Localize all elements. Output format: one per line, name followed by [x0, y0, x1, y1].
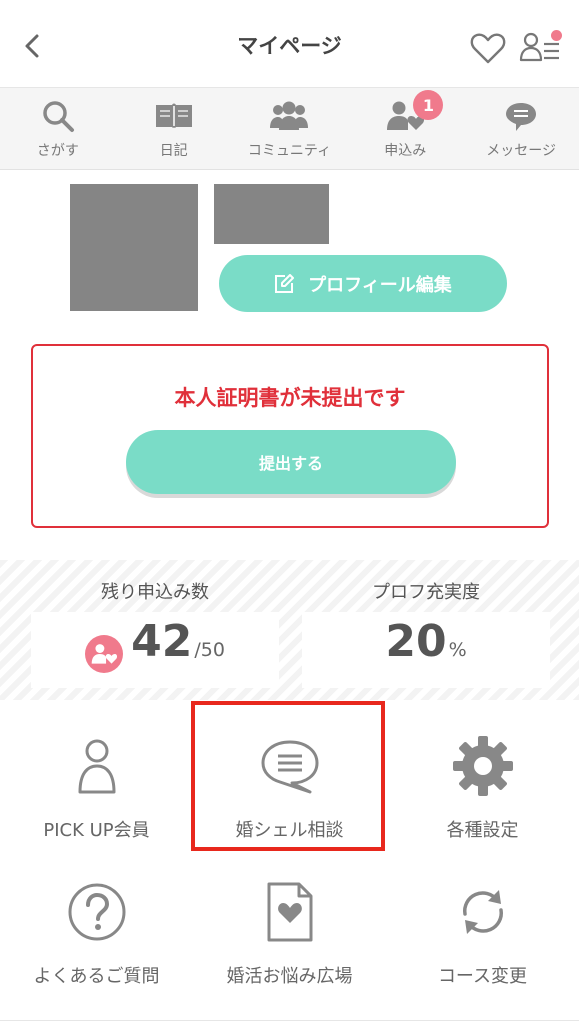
nav-label-search: さがす: [36, 143, 79, 159]
submit-label: 提出する: [258, 454, 323, 473]
remaining-applications-value: 42: [131, 616, 193, 667]
edit-icon: [275, 273, 295, 293]
verification-alert: 本人証明書が未提出です 提出する: [31, 344, 549, 528]
submit-verification-button[interactable]: 提出する: [126, 430, 456, 494]
edit-profile-label: プロフィール編集: [308, 274, 452, 296]
gear-icon: [447, 730, 519, 802]
menu-label-faq: よくあるご質問: [33, 966, 160, 987]
nav-item-community[interactable]: コミュニティ: [232, 88, 348, 169]
person-icon: [61, 730, 133, 802]
main-nav: さがす 日記 コミュニティ 申込み 1 メッセージ: [0, 88, 579, 170]
question-icon: [61, 876, 133, 948]
menu-item-pickup-members[interactable]: PICK UP会員: [0, 730, 193, 842]
search-icon: [38, 98, 78, 134]
profile-completeness-box: 20 %: [302, 612, 550, 688]
menu-label-forum: 婚活お悩み広場: [226, 966, 353, 987]
menu-item-settings[interactable]: 各種設定: [386, 730, 579, 842]
profile-photo-main[interactable]: [70, 184, 198, 311]
application-count-badge: 1: [413, 90, 444, 120]
document-heart-icon: [254, 876, 326, 948]
favorites-button[interactable]: [468, 28, 508, 68]
nav-label-messages: メッセージ: [486, 143, 556, 159]
person-heart-icon: [85, 635, 124, 673]
highlight-frame: [191, 701, 385, 851]
profile-completeness-unit: %: [448, 639, 467, 661]
nav-label-applications: 申込み: [384, 143, 427, 159]
nav-item-messages[interactable]: メッセージ: [463, 88, 579, 169]
nav-item-diary[interactable]: 日記: [116, 88, 232, 169]
book-icon: [154, 98, 194, 134]
profile-completeness-value: 20: [385, 616, 447, 667]
remaining-applications-total: /50: [194, 639, 225, 661]
menu-label-settings: 各種設定: [446, 820, 519, 841]
chat-bubble-icon: [501, 98, 541, 134]
stats-panel: 残り申込み数 42 /50 プロフ充実度 20 %: [0, 560, 579, 700]
profile-photo-sub[interactable]: [214, 184, 329, 244]
profile-completeness-stat: プロフ充実度 20 %: [302, 560, 550, 700]
menu-label-course-change: コース変更: [437, 966, 528, 987]
divider: [0, 1020, 579, 1021]
verification-message: 本人証明書が未提出です: [174, 386, 406, 410]
group-icon: [269, 98, 309, 134]
menu-item-course-change[interactable]: コース変更: [386, 876, 579, 988]
remaining-applications-label: 残り申込み数: [101, 582, 209, 603]
edit-profile-button[interactable]: プロフィール編集: [219, 255, 507, 312]
heart-outline-icon: [470, 33, 506, 64]
app-header: マイページ: [0, 0, 579, 88]
remaining-applications-box: 42 /50: [31, 612, 279, 688]
menu-label-pickup-members: PICK UP会員: [43, 820, 150, 841]
nav-label-diary: 日記: [159, 143, 188, 159]
remaining-applications-stat: 残り申込み数 42 /50: [31, 560, 279, 700]
notification-dot: [551, 30, 562, 41]
nav-item-search[interactable]: さがす: [0, 88, 116, 169]
nav-label-community: コミュニティ: [247, 143, 332, 159]
profile-completeness-label: プロフ充実度: [372, 582, 480, 603]
refresh-icon: [447, 876, 519, 948]
nav-item-applications[interactable]: 申込み 1: [347, 88, 463, 169]
menu-item-faq[interactable]: よくあるご質問: [0, 876, 193, 988]
menu-item-forum[interactable]: 婚活お悩み広場: [193, 876, 386, 988]
